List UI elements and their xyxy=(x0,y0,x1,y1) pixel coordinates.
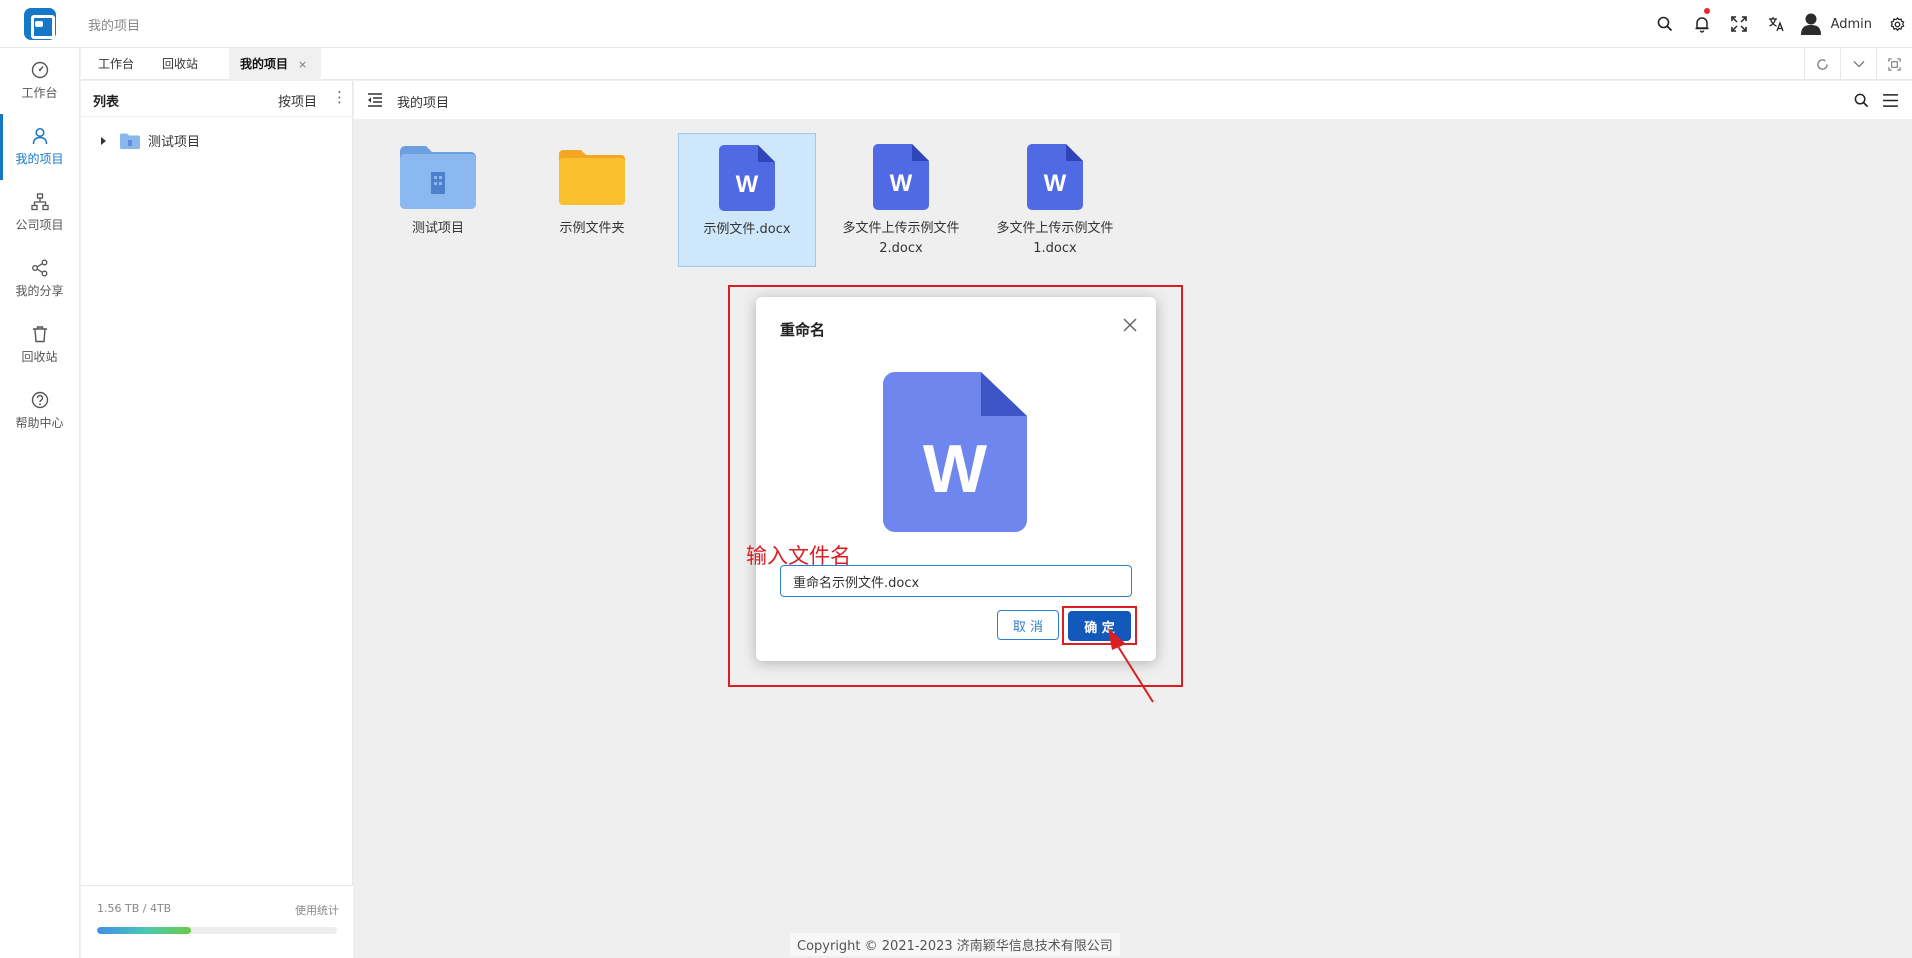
avatar-icon xyxy=(1800,13,1821,35)
sidebar-item-label: 我的分享 xyxy=(15,284,64,298)
user-icon xyxy=(32,127,47,145)
sidebar-item-label: 回收站 xyxy=(21,350,58,364)
storage-text: 1.56 TB / 4TB xyxy=(97,902,172,915)
caret-right-icon[interactable] xyxy=(101,136,106,145)
sort-by-project-button[interactable]: 按项目 xyxy=(278,91,317,110)
maximize-icon[interactable] xyxy=(1876,48,1912,80)
app-logo[interactable] xyxy=(24,8,56,40)
refresh-icon[interactable] xyxy=(1804,48,1840,80)
sidebar-item-label: 帮助中心 xyxy=(15,416,64,430)
search-icon[interactable] xyxy=(1647,0,1684,48)
content-header: 我的项目 xyxy=(354,81,1912,119)
panel-header: 列表 按项目 ⋮ xyxy=(81,81,353,117)
sidebar-item-recycle-bin[interactable]: 回收站 xyxy=(0,312,79,378)
list-view-icon[interactable] xyxy=(1883,94,1898,107)
file-card[interactable]: W 多文件上传示例文件2.docx xyxy=(832,133,970,267)
word-letter: W xyxy=(923,431,988,507)
storage-progress-bar xyxy=(97,927,337,934)
tree-item[interactable]: 测试项目 xyxy=(101,131,200,150)
file-card[interactable]: 测试项目 xyxy=(369,133,507,267)
sidebar-item-my-projects[interactable]: 我的项目 xyxy=(0,114,79,180)
content-title: 我的项目 xyxy=(397,96,450,111)
search-icon[interactable] xyxy=(1854,93,1869,108)
file-name: 示例文件.docx xyxy=(703,222,791,237)
tab-workbench[interactable]: 工作台 xyxy=(98,48,134,80)
help-icon xyxy=(31,391,48,409)
sidebar-item-workbench[interactable]: 工作台 xyxy=(0,48,79,114)
storage-progress-fill xyxy=(97,927,191,934)
chevron-down-icon[interactable] xyxy=(1840,48,1876,80)
file-name: 多文件上传示例文件2.docx xyxy=(842,221,960,256)
word-file-icon: W xyxy=(706,141,788,215)
dashboard-icon xyxy=(31,61,48,79)
usage-stats-link[interactable]: 使用统计 xyxy=(295,902,339,918)
top-toolbar: Admin xyxy=(1647,0,1912,48)
folder-icon xyxy=(551,140,633,214)
trash-icon xyxy=(32,326,47,343)
panel-title: 列表 xyxy=(93,95,120,110)
tab-label: 我的项目 xyxy=(240,57,289,71)
translate-icon[interactable] xyxy=(1758,0,1795,48)
tree-item-label: 测试项目 xyxy=(148,135,201,150)
tab-my-projects[interactable]: 我的项目 × xyxy=(229,48,321,80)
sidebar-item-company-projects[interactable]: 公司项目 xyxy=(0,180,79,246)
user-menu[interactable]: Admin xyxy=(1795,13,1882,35)
rename-input[interactable] xyxy=(780,565,1132,597)
sidebar-item-help-center[interactable]: 帮助中心 xyxy=(0,378,79,444)
word-file-icon: W xyxy=(883,372,1027,532)
tab-actions xyxy=(1804,48,1912,80)
cancel-button[interactable]: 取 消 xyxy=(997,610,1059,640)
more-icon[interactable]: ⋮ xyxy=(332,88,347,106)
file-name: 多文件上传示例文件1.docx xyxy=(996,221,1114,256)
sidebar-item-my-shares[interactable]: 我的分享 xyxy=(0,246,79,312)
tab-recycle-bin[interactable]: 回收站 xyxy=(162,48,198,80)
annotation-arrow xyxy=(1108,628,1154,703)
file-card-selected[interactable]: W 示例文件.docx xyxy=(678,133,816,267)
sidebar-item-label: 公司项目 xyxy=(15,218,64,232)
notification-dot xyxy=(1703,8,1710,14)
file-card[interactable]: W 多文件上传示例文件1.docx xyxy=(986,133,1124,267)
bell-icon[interactable] xyxy=(1684,0,1721,48)
fullscreen-icon[interactable] xyxy=(1721,0,1758,48)
file-name: 示例文件夹 xyxy=(559,221,625,236)
page-title: 我的项目 xyxy=(88,19,141,34)
storage-usage: 1.56 TB / 4TB 使用统计 xyxy=(81,885,353,958)
sidebar: 工作台 我的项目 公司项目 我的分享 回收站 帮助中心 xyxy=(0,48,80,958)
file-name: 测试项目 xyxy=(411,221,464,236)
file-card[interactable]: 示例文件夹 xyxy=(523,133,661,267)
copyright: Copyright © 2021-2023 济南颖华信息技术有限公司 xyxy=(790,933,1120,956)
share-icon xyxy=(31,259,47,277)
word-file-icon: W xyxy=(860,140,942,214)
word-file-icon: W xyxy=(1014,140,1096,214)
project-folder-icon xyxy=(120,133,140,149)
org-icon xyxy=(30,193,49,211)
user-name: Admin xyxy=(1830,16,1872,32)
tab-bar: 工作台 回收站 我的项目 × xyxy=(81,48,1912,80)
svg-text:W: W xyxy=(736,171,759,198)
sidebar-item-label: 我的项目 xyxy=(15,152,64,166)
gear-icon[interactable] xyxy=(1882,0,1912,48)
close-icon[interactable]: × xyxy=(298,58,307,71)
svg-text:W: W xyxy=(890,170,913,197)
list-panel: 列表 按项目 ⋮ 测试项目 1.56 TB / 4TB 使用统计 xyxy=(81,81,353,958)
project-folder-icon xyxy=(397,140,479,214)
sidebar-item-label: 工作台 xyxy=(21,86,58,100)
dialog-title: 重命名 xyxy=(780,321,826,339)
close-icon[interactable] xyxy=(1120,315,1140,335)
collapse-menu-icon[interactable] xyxy=(367,93,383,107)
top-bar: 我的项目 Admin xyxy=(0,0,1912,48)
svg-text:W: W xyxy=(1044,170,1067,197)
